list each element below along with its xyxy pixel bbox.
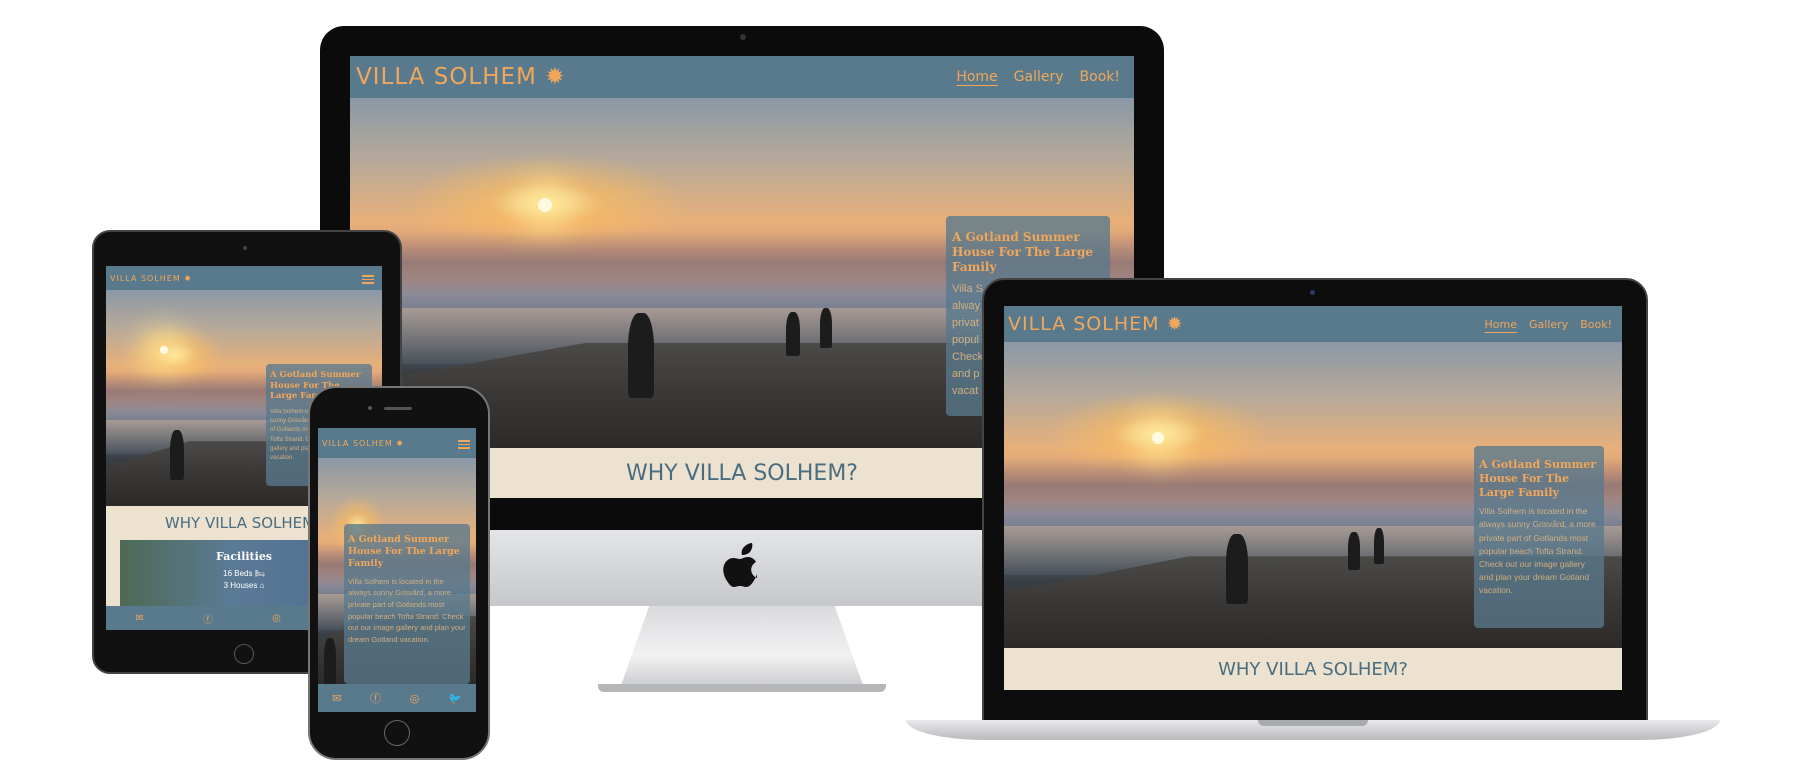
envelope-icon[interactable]: ✉	[332, 692, 341, 705]
envelope-icon[interactable]: ✉	[136, 613, 144, 624]
tablet-navbar: VILLA SOLHEM ✹	[106, 266, 382, 290]
laptop-why-heading: WHY VILLA SOLHEM?	[1004, 648, 1622, 690]
laptop-notch	[1258, 720, 1368, 726]
twitter-icon[interactable]: 🐦	[448, 692, 462, 705]
brand-name: VILLA SOLHEM	[356, 64, 537, 90]
laptop-brand-logo[interactable]: VILLA SOLHEM ✹	[1008, 313, 1184, 335]
phone-screen: VILLA SOLHEM ✹ A Gotland Summer House Fo…	[318, 428, 476, 712]
nav-home[interactable]: Home	[956, 69, 997, 85]
navbar: VILLA SOLHEM ✹ Home Gallery Book!	[350, 56, 1134, 98]
person-silhouette	[628, 313, 654, 398]
imac-camera	[740, 34, 746, 40]
laptop-screen: VILLA SOLHEM ✹ Home Gallery Book! A Gotl…	[1004, 306, 1622, 690]
nav-book[interactable]: Book!	[1580, 318, 1612, 331]
nav-gallery[interactable]: Gallery	[1529, 318, 1568, 331]
tablet-camera	[243, 246, 247, 250]
phone-hero-card: A Gotland Summer House For The Large Fam…	[344, 524, 470, 684]
apple-logo-icon	[722, 542, 764, 588]
facebook-icon[interactable]: ⓕ	[203, 611, 213, 626]
phone-footer: ✉ ⓕ ◎ 🐦	[318, 684, 476, 712]
imac-stand-base	[598, 684, 886, 692]
phone-navbar: VILLA SOLHEM ✹	[318, 428, 476, 458]
phone-hero-image: A Gotland Summer House For The Large Fam…	[318, 458, 476, 684]
sun-icon: ✹	[1166, 313, 1184, 335]
home-icon: ⌂	[259, 581, 265, 590]
phone-home-button[interactable]	[384, 720, 410, 746]
laptop-nav-links: Home Gallery Book!	[1485, 318, 1612, 331]
imac-stand	[620, 606, 864, 688]
phone-brand-logo[interactable]: VILLA SOLHEM ✹	[322, 439, 404, 448]
sun	[538, 198, 552, 212]
phone-camera	[368, 406, 372, 410]
hamburger-menu-icon[interactable]	[362, 273, 374, 286]
tablet-home-button[interactable]	[234, 644, 254, 664]
nav-gallery[interactable]: Gallery	[1014, 69, 1064, 85]
instagram-icon[interactable]: ◎	[272, 613, 281, 624]
sun-icon: ✹	[396, 438, 404, 448]
nav-home[interactable]: Home	[1485, 318, 1517, 331]
instagram-icon[interactable]: ◎	[410, 692, 420, 705]
sun-icon: ✹	[184, 273, 192, 283]
tablet-brand-logo[interactable]: VILLA SOLHEM ✹	[110, 274, 192, 283]
phone-speaker	[384, 407, 412, 410]
nav-book[interactable]: Book!	[1080, 69, 1120, 85]
facebook-icon[interactable]: ⓕ	[370, 690, 381, 706]
laptop-camera	[1310, 290, 1315, 295]
sun-icon: ✹	[545, 64, 566, 90]
nav-links: Home Gallery Book!	[956, 69, 1120, 85]
hamburger-menu-icon[interactable]	[458, 438, 470, 451]
hero-card-title: A Gotland Summer House For The Large Fam…	[952, 230, 1094, 274]
laptop-hero-card: A Gotland Summer House For The Large Fam…	[1474, 446, 1604, 628]
laptop-hero-image: A Gotland Summer House For The Large Fam…	[1004, 342, 1622, 648]
bed-icon: 🛏	[254, 569, 265, 578]
laptop-navbar: VILLA SOLHEM ✹ Home Gallery Book!	[1004, 306, 1622, 342]
brand-logo[interactable]: VILLA SOLHEM ✹	[356, 64, 566, 90]
